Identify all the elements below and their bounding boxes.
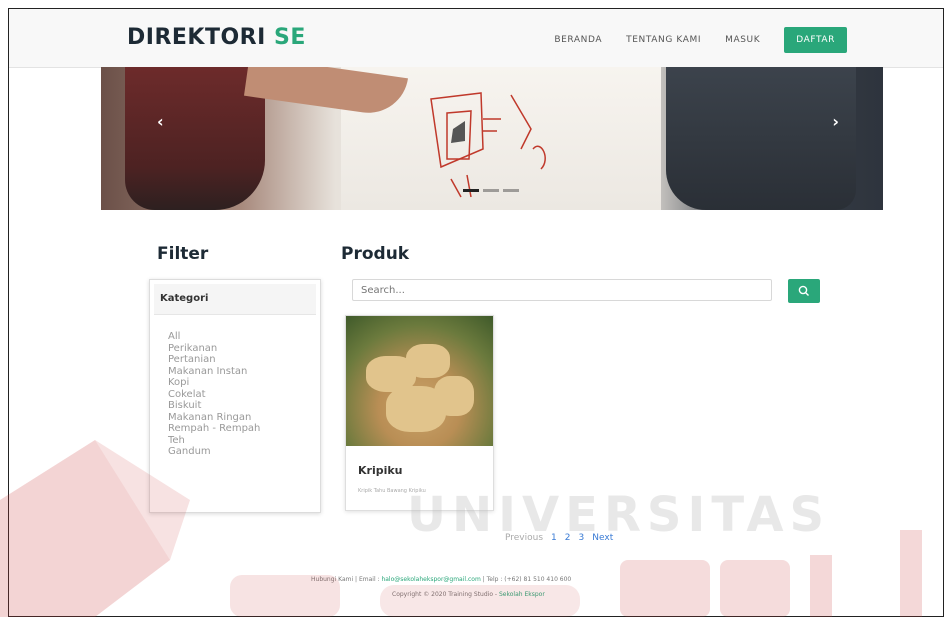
pagination: Previous 1 2 3 Next — [505, 533, 613, 543]
kategori-header: Kategori — [154, 284, 316, 315]
hero-whiteboard-sketch — [430, 92, 546, 198]
hero-person-right — [666, 67, 856, 210]
navbar: DIREKTORI SE BERANDA TENTANG KAMI MASUK … — [9, 9, 943, 68]
filter-title: Filter — [157, 244, 209, 264]
hero-carousel: ‹ › — [101, 67, 883, 210]
produk-title: Produk — [341, 244, 410, 264]
brand-logo[interactable]: DIREKTORI SE — [127, 25, 306, 50]
carousel-indicator[interactable] — [463, 189, 479, 192]
category-list: All Perikanan Pertanian Makanan Instan K… — [150, 319, 320, 458]
footer-sekolah-ekspor-link[interactable]: Sekolah Ekspor — [499, 591, 545, 598]
product-card[interactable]: Kripiku Kripik Tahu Bawang Kripiku — [345, 315, 494, 511]
footer-email-link[interactable]: halo@sekolahekspor@gmail.com — [381, 576, 480, 583]
product-image-detail — [406, 344, 450, 378]
footer-copyright-text: Copyright © 2020 Training Studio - — [392, 591, 499, 598]
category-item[interactable]: Pertanian — [168, 354, 320, 366]
category-item[interactable]: Teh — [168, 435, 320, 447]
pagination-page-3[interactable]: 3 — [579, 533, 585, 543]
category-item[interactable]: Rempah - Rempah — [168, 423, 320, 435]
product-description: Kripik Tahu Bawang Kripiku — [358, 488, 426, 494]
search-button[interactable] — [788, 279, 820, 303]
category-item[interactable]: Makanan Instan — [168, 366, 320, 378]
pagination-next[interactable]: Next — [592, 533, 613, 543]
carousel-indicators — [463, 189, 519, 192]
nav-menu: BERANDA TENTANG KAMI MASUK DAFTAR — [554, 27, 847, 53]
pagination-previous[interactable]: Previous — [505, 533, 543, 543]
browser-frame: DIREKTORI SE BERANDA TENTANG KAMI MASUK … — [8, 8, 944, 617]
product-image-detail — [434, 376, 474, 416]
filter-card: Kategori All Perikanan Pertanian Makanan… — [149, 279, 321, 513]
pagination-page-2[interactable]: 2 — [565, 533, 571, 543]
brand-main: DIREKTORI — [127, 25, 266, 50]
footer-copyright: Copyright © 2020 Training Studio - Sekol… — [392, 591, 545, 598]
brand-accent: SE — [273, 25, 306, 50]
nav-masuk[interactable]: MASUK — [725, 35, 760, 45]
search-icon — [798, 285, 809, 296]
footer-phone: | Telp : (+62) 81 510 410 600 — [480, 576, 572, 583]
search-input[interactable] — [352, 279, 772, 301]
carousel-prev-icon[interactable]: ‹ — [157, 112, 164, 131]
category-item[interactable]: All — [168, 331, 320, 343]
pagination-page-1[interactable]: 1 — [551, 533, 557, 543]
daftar-button[interactable]: DAFTAR — [784, 27, 847, 53]
nav-tentang-kami[interactable]: TENTANG KAMI — [626, 35, 701, 45]
category-item[interactable]: Cokelat — [168, 389, 320, 401]
category-item[interactable]: Perikanan — [168, 343, 320, 355]
carousel-indicator[interactable] — [483, 189, 499, 192]
category-item[interactable]: Biskuit — [168, 400, 320, 412]
footer-contact-prefix: Hubungi Kami | Email : — [311, 576, 382, 583]
product-name[interactable]: Kripiku — [358, 464, 403, 477]
category-item[interactable]: Makanan Ringan — [168, 412, 320, 424]
carousel-next-icon[interactable]: › — [832, 112, 839, 131]
category-item[interactable]: Gandum — [168, 446, 320, 458]
category-item[interactable]: Kopi — [168, 377, 320, 389]
nav-beranda[interactable]: BERANDA — [554, 35, 602, 45]
product-image[interactable] — [346, 316, 493, 446]
carousel-indicator[interactable] — [503, 189, 519, 192]
footer-contact: Hubungi Kami | Email : halo@sekolahekspo… — [311, 576, 571, 583]
